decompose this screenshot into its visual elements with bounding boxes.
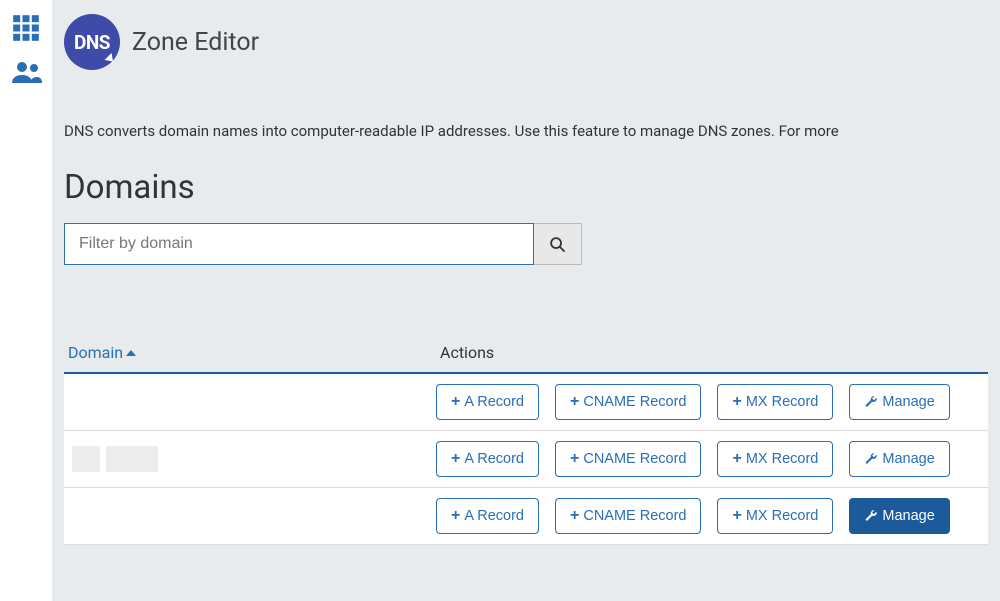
wrench-icon xyxy=(864,452,878,466)
domain-cell xyxy=(64,446,436,472)
wrench-icon xyxy=(864,395,878,409)
section-title-domains: Domains xyxy=(52,140,1000,219)
manage-button[interactable]: Manage xyxy=(849,441,949,477)
add-mx-record-button[interactable]: +MX Record xyxy=(717,384,833,420)
actions-cell: +A Record +CNAME Record +MX Record Manag… xyxy=(436,384,950,420)
column-domain-label: Domain xyxy=(68,343,123,362)
domains-table: Domain Actions +A Record +CNAME Record +… xyxy=(64,337,988,545)
icon-text: DNS xyxy=(74,31,110,54)
filter-row xyxy=(52,219,1000,265)
redacted-text xyxy=(72,446,100,472)
add-a-record-button[interactable]: +A Record xyxy=(436,384,539,420)
sidebar xyxy=(0,0,52,601)
table-body: +A Record +CNAME Record +MX Record Manag… xyxy=(64,374,988,545)
table-row: +A Record +CNAME Record +MX Record Manag… xyxy=(64,374,988,431)
intro-text: DNS converts domain names into computer-… xyxy=(52,78,1000,140)
plus-icon: + xyxy=(570,394,579,410)
manage-button[interactable]: Manage xyxy=(849,498,949,534)
add-mx-record-button[interactable]: +MX Record xyxy=(717,441,833,477)
plus-icon: + xyxy=(732,451,741,467)
redacted-text xyxy=(106,446,158,472)
plus-icon: + xyxy=(451,394,460,410)
add-cname-record-button[interactable]: +CNAME Record xyxy=(555,441,701,477)
table-row: +A Record +CNAME Record +MX Record Manag… xyxy=(64,488,988,545)
actions-cell: +A Record +CNAME Record +MX Record Manag… xyxy=(436,441,950,477)
column-domain[interactable]: Domain xyxy=(64,337,436,368)
search-button[interactable] xyxy=(534,223,582,265)
table-row: +A Record +CNAME Record +MX Record Manag… xyxy=(64,431,988,488)
zone-editor-icon: DNS xyxy=(64,14,120,70)
add-a-record-button[interactable]: +A Record xyxy=(436,498,539,534)
filter-input[interactable] xyxy=(64,223,534,265)
search-icon xyxy=(549,236,566,253)
add-a-record-button[interactable]: +A Record xyxy=(436,441,539,477)
apps-grid-icon[interactable] xyxy=(12,14,40,42)
plus-icon: + xyxy=(570,508,579,524)
wrench-icon xyxy=(864,509,878,523)
add-mx-record-button[interactable]: +MX Record xyxy=(717,498,833,534)
main-content: DNS Zone Editor DNS converts domain name… xyxy=(52,0,1000,601)
plus-icon: + xyxy=(451,451,460,467)
manage-button[interactable]: Manage xyxy=(849,384,949,420)
page-header: DNS Zone Editor xyxy=(52,0,1000,78)
plus-icon: + xyxy=(451,508,460,524)
plus-icon: + xyxy=(732,508,741,524)
add-cname-record-button[interactable]: +CNAME Record xyxy=(555,384,701,420)
sort-asc-icon xyxy=(126,350,136,356)
column-actions: Actions xyxy=(436,337,498,368)
actions-cell: +A Record +CNAME Record +MX Record Manag… xyxy=(436,498,950,534)
page-title: Zone Editor xyxy=(132,28,259,57)
table-header: Domain Actions xyxy=(64,337,988,374)
users-icon[interactable] xyxy=(10,60,42,84)
plus-icon: + xyxy=(732,394,741,410)
plus-icon: + xyxy=(570,451,579,467)
add-cname-record-button[interactable]: +CNAME Record xyxy=(555,498,701,534)
